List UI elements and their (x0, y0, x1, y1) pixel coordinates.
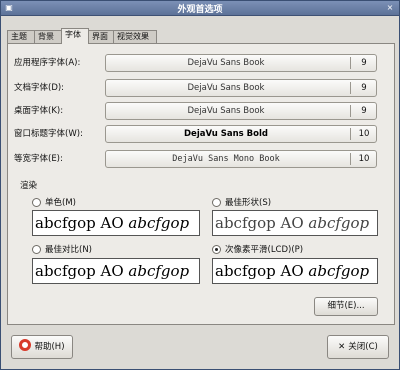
monochrome-sample: abcfgop AO abcfgop (32, 210, 200, 236)
tab-interface[interactable]: 界面 (88, 30, 116, 43)
font-size-divider (350, 153, 351, 165)
sample-italic-text: abcfgop (128, 262, 190, 280)
monochrome-radio[interactable] (32, 198, 41, 207)
details-button[interactable]: 细节(E)... (314, 297, 378, 316)
font-size-divider (350, 128, 351, 140)
tab-background[interactable]: 背景 (34, 30, 62, 43)
font-size-divider (350, 105, 351, 117)
tab-fonts[interactable]: 字体 (61, 28, 89, 44)
tab-visual-effects-label: 视觉效果 (117, 32, 149, 41)
font-size-divider (350, 57, 351, 69)
application-font-size: 9 (361, 58, 367, 68)
appearance-preferences-window: ▣ 外观首选项 × 主题 背景 字体 界面 视觉效果 应用程序字体(A): De… (0, 0, 400, 370)
desktop-font-size: 9 (361, 106, 367, 116)
best-shapes-label[interactable]: 最佳形状(S) (225, 196, 271, 208)
best-shapes-radio[interactable] (212, 198, 221, 207)
sample-text: abcfgop AO (215, 214, 304, 232)
best-contrast-label[interactable]: 最佳对比(N) (45, 243, 92, 255)
subpixel-smoothing-radio[interactable] (212, 245, 221, 254)
tab-visual-effects[interactable]: 视觉效果 (113, 30, 157, 43)
sample-text: abcfgop AO (35, 214, 124, 232)
sample-text: abcfgop AO (215, 262, 304, 280)
close-button-label: 关闭(C) (348, 342, 378, 352)
title-bar[interactable]: ▣ 外观首选项 × (1, 1, 399, 16)
tab-interface-label: 界面 (92, 32, 108, 41)
tab-theme-label: 主题 (11, 32, 27, 41)
window-title: 外观首选项 (177, 5, 223, 15)
close-icon: ✕ (338, 342, 346, 352)
sample-italic-text: abcfgop (308, 262, 370, 280)
help-icon (19, 339, 32, 351)
close-button[interactable]: ✕ 关闭(C) (327, 335, 389, 359)
rendering-heading: 渲染 (20, 181, 38, 191)
window-title-font-size: 10 (358, 129, 370, 139)
monospace-font-name: DejaVu Sans Mono Book (172, 154, 280, 164)
document-font-size: 9 (361, 83, 367, 93)
window-title-font-button[interactable]: DejaVu Sans Bold 10 (105, 125, 377, 143)
subpixel-smoothing-label[interactable]: 次像素平滑(LCD)(P) (225, 243, 303, 255)
document-font-label: 文档字体(D): (14, 83, 65, 93)
monospace-font-button[interactable]: DejaVu Sans Mono Book 10 (105, 150, 377, 168)
desktop-font-name: DejaVu Sans Book (187, 106, 265, 116)
sample-text: abcfgop AO (35, 262, 124, 280)
best-contrast-radio[interactable] (32, 245, 41, 254)
close-icon[interactable]: × (385, 3, 395, 12)
monospace-font-label: 等宽字体(E): (14, 154, 63, 164)
desktop-font-button[interactable]: DejaVu Sans Book 9 (105, 102, 377, 120)
document-font-name: DejaVu Sans Book (187, 83, 265, 93)
sample-italic-text: abcfgop (128, 214, 190, 232)
application-font-name: DejaVu Sans Book (187, 58, 265, 68)
best-shapes-sample: abcfgop AO abcfgop (212, 210, 378, 236)
document-font-button[interactable]: DejaVu Sans Book 9 (105, 79, 377, 97)
tab-background-label: 背景 (38, 32, 54, 41)
window-title-font-name: DejaVu Sans Bold (184, 129, 268, 139)
tab-theme[interactable]: 主题 (7, 30, 35, 43)
tab-fonts-label: 字体 (65, 30, 81, 39)
monochrome-label[interactable]: 单色(M) (45, 196, 76, 208)
desktop-font-label: 桌面字体(K): (14, 106, 64, 116)
sample-italic-text: abcfgop (308, 214, 370, 232)
help-button-label: 帮助(H) (34, 342, 65, 352)
application-font-label: 应用程序字体(A): (14, 58, 81, 68)
help-button[interactable]: 帮助(H) (11, 335, 73, 359)
font-size-divider (350, 82, 351, 94)
best-contrast-sample: abcfgop AO abcfgop (32, 258, 200, 284)
subpixel-smoothing-sample: abcfgop AO abcfgop (212, 258, 378, 284)
application-font-button[interactable]: DejaVu Sans Book 9 (105, 54, 377, 72)
monospace-font-size: 10 (358, 154, 370, 164)
window-title-font-label: 窗口标题字体(W): (14, 129, 83, 139)
